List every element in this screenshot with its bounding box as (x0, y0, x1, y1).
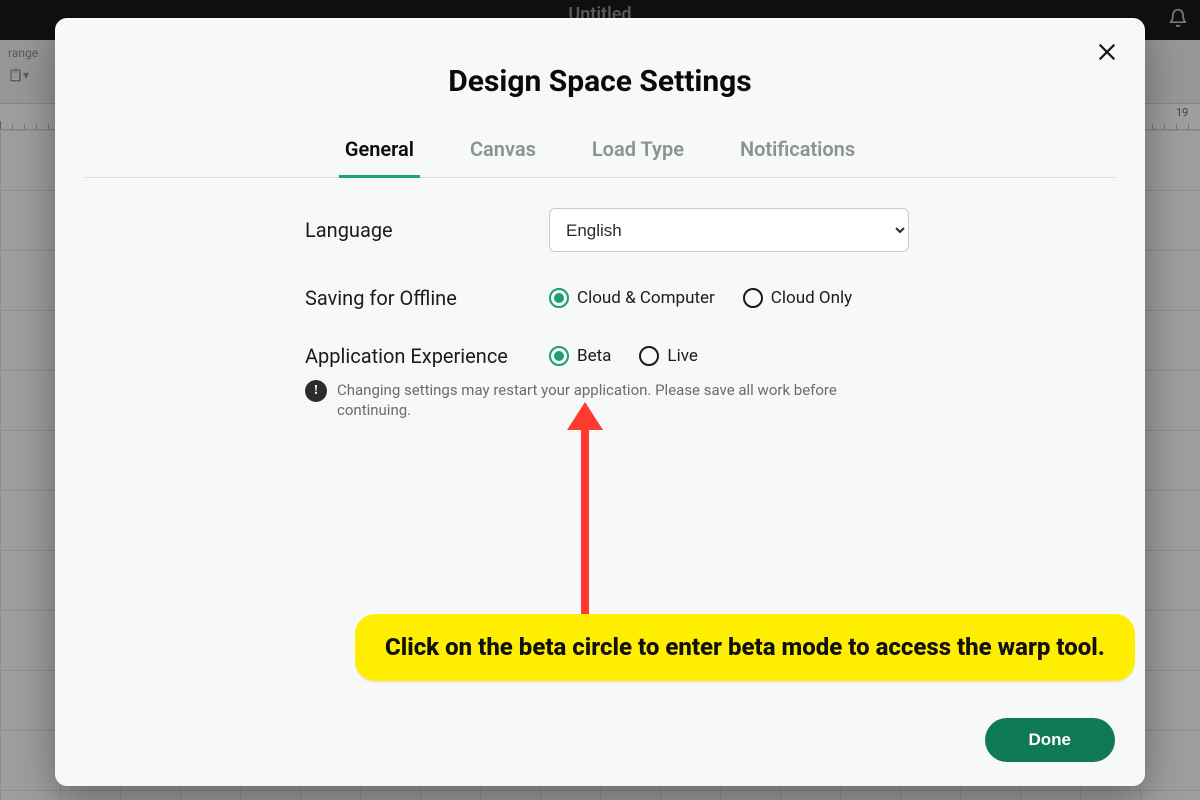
experience-label: Application Experience (305, 344, 535, 368)
tab-general[interactable]: General (339, 137, 420, 178)
language-select[interactable]: English (549, 208, 909, 252)
warning-message: ! Changing settings may restart your app… (305, 380, 865, 421)
radio-icon (549, 288, 569, 308)
saving-label: Saving for Offline (305, 286, 535, 310)
radio-label: Beta (577, 346, 611, 366)
tab-canvas[interactable]: Canvas (464, 137, 542, 178)
saving-option-cloud-and-computer[interactable]: Cloud & Computer (549, 288, 715, 308)
radio-label: Cloud Only (771, 288, 852, 308)
radio-label: Live (667, 346, 697, 366)
radio-label: Cloud & Computer (577, 288, 715, 308)
annotation-callout: Click on the beta circle to enter beta m… (355, 614, 1135, 681)
experience-option-live[interactable]: Live (639, 346, 697, 366)
tab-notifications[interactable]: Notifications (734, 137, 861, 178)
experience-option-beta[interactable]: Beta (549, 346, 611, 366)
radio-icon (743, 288, 763, 308)
settings-form: Language English Saving for Offline Clou… (55, 178, 1145, 421)
radio-icon (549, 346, 569, 366)
language-label: Language (305, 218, 535, 242)
settings-tabs: General Canvas Load Type Notifications (85, 137, 1115, 178)
radio-icon (639, 346, 659, 366)
modal-overlay: Design Space Settings General Canvas Loa… (0, 0, 1200, 800)
close-button[interactable] (1091, 36, 1123, 68)
modal-title: Design Space Settings (55, 64, 1145, 99)
tab-load-type[interactable]: Load Type (586, 137, 690, 178)
warning-text: Changing settings may restart your appli… (337, 380, 865, 421)
settings-modal: Design Space Settings General Canvas Loa… (55, 18, 1145, 786)
done-button[interactable]: Done (985, 718, 1116, 762)
saving-option-cloud-only[interactable]: Cloud Only (743, 288, 852, 308)
annotation-arrow-icon (555, 402, 615, 622)
annotation-text: Click on the beta circle to enter beta m… (385, 633, 1105, 661)
warning-icon: ! (305, 380, 327, 402)
